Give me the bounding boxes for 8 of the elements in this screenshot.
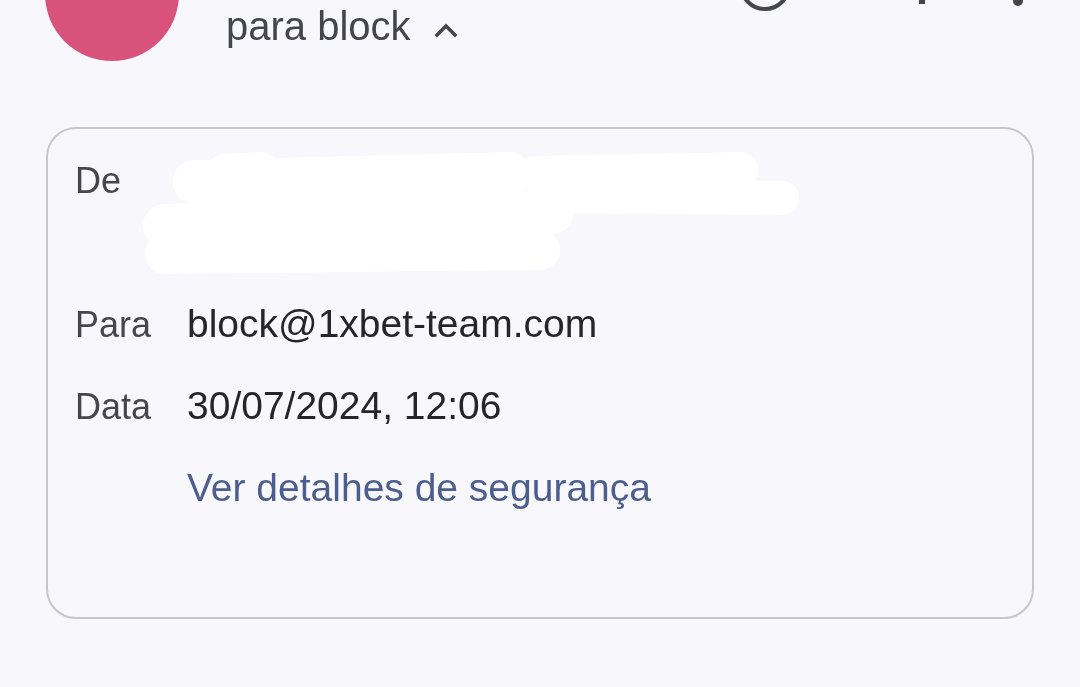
field-value: block@1xbet-team.com (187, 301, 598, 347)
field-label: De (75, 159, 123, 203)
recipient-summary: para block (226, 3, 411, 50)
chevron-up-icon[interactable] (433, 22, 458, 38)
field-value: 30/07/2024, 12:06 (187, 383, 502, 429)
security-details-link[interactable]: Ver detalhes de segurança (187, 464, 651, 512)
field-label: Para (75, 303, 153, 347)
field-label: Data (75, 385, 153, 429)
